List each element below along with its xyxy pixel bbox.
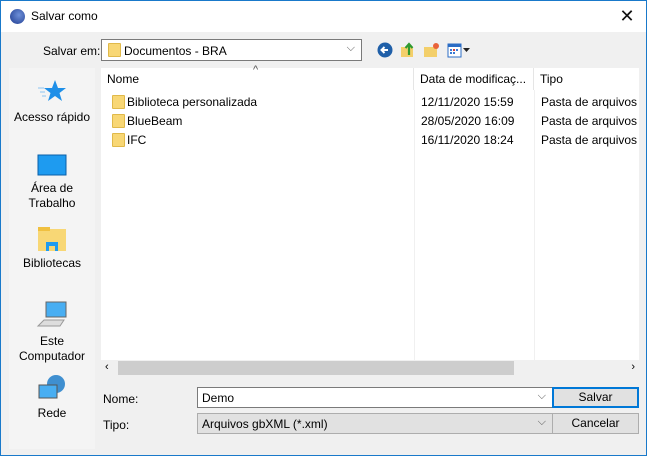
file-row[interactable]: BlueBeam 28/05/2020 16:09 Pasta de arqui… xyxy=(101,111,639,130)
chevron-down-icon: ⌵ xyxy=(537,416,546,428)
places-bar: Acesso rápido Área de Trabalho Bibliotec… xyxy=(9,68,95,449)
up-folder-button[interactable] xyxy=(399,41,417,59)
new-folder-button[interactable] xyxy=(422,41,440,59)
title-bar: Salvar como ✕ xyxy=(1,1,646,32)
filename-input[interactable]: Demo ⌵ xyxy=(197,387,553,408)
horizontal-scrollbar[interactable]: ‹ › xyxy=(101,360,639,376)
file-type: Pasta de arquivos xyxy=(541,133,638,147)
scroll-left-icon[interactable]: ‹ xyxy=(105,361,109,373)
location-dropdown[interactable]: Documentos - BRA ⌵ xyxy=(101,39,362,61)
filename-value: Demo xyxy=(202,391,235,405)
filetype-label: Tipo: xyxy=(103,418,130,432)
back-button[interactable] xyxy=(376,41,394,59)
place-label: Este xyxy=(39,334,64,348)
file-date: 16/11/2020 18:24 xyxy=(421,133,514,147)
place-network[interactable]: Rede xyxy=(9,374,95,421)
place-label: Acesso rápido xyxy=(13,110,91,124)
folder-icon xyxy=(112,95,125,109)
filename-label: Nome: xyxy=(103,392,139,406)
libraries-icon xyxy=(38,227,66,251)
view-menu-button[interactable] xyxy=(447,41,471,59)
file-row[interactable]: Biblioteca personalizada 12/11/2020 15:5… xyxy=(101,92,639,111)
place-label: Trabalho xyxy=(28,196,76,210)
save-as-dialog: Salvar como ✕ Salvar em: Documentos - BR… xyxy=(0,0,647,456)
save-in-label: Salvar em: xyxy=(43,44,101,58)
close-button[interactable]: ✕ xyxy=(614,4,640,28)
location-value: Documentos - BRA xyxy=(124,44,227,58)
computer-icon xyxy=(36,301,67,327)
place-quick-access[interactable]: Acesso rápido xyxy=(9,78,95,125)
folder-icon xyxy=(112,114,125,128)
file-name: IFC xyxy=(127,133,147,147)
place-desktop[interactable]: Área de Trabalho xyxy=(9,153,95,211)
file-type: Pasta de arquivos xyxy=(541,95,638,109)
filetype-dropdown[interactable]: Arquivos gbXML (*.xml) ⌵ xyxy=(197,413,553,434)
dialog-title: Salvar como xyxy=(31,9,98,23)
network-icon xyxy=(38,375,65,399)
desktop-icon xyxy=(37,154,67,176)
column-header-date[interactable]: Data de modificaç... xyxy=(414,68,534,90)
chevron-down-icon: ⌵ xyxy=(346,42,355,54)
place-label: Área de xyxy=(30,181,74,195)
scroll-right-icon[interactable]: › xyxy=(631,361,635,373)
place-label: Bibliotecas xyxy=(22,256,82,270)
file-date: 12/11/2020 15:59 xyxy=(421,95,514,109)
file-name: BlueBeam xyxy=(127,114,183,128)
app-icon xyxy=(10,9,25,24)
folder-icon xyxy=(112,133,125,147)
scrollbar-thumb[interactable] xyxy=(118,361,514,375)
file-list: ^ Nome Data de modificaç... Tipo Bibliot… xyxy=(101,64,639,376)
column-header-name[interactable]: Nome xyxy=(101,68,414,90)
place-this-pc[interactable]: Este Computador xyxy=(9,300,95,364)
place-label: Rede xyxy=(37,406,67,420)
file-type: Pasta de arquivos xyxy=(541,114,638,128)
folder-icon xyxy=(108,43,121,57)
column-header-type[interactable]: Tipo xyxy=(534,68,639,90)
file-row[interactable]: IFC 16/11/2020 18:24 Pasta de arquivos xyxy=(101,130,639,149)
filetype-value: Arquivos gbXML (*.xml) xyxy=(202,417,328,431)
file-date: 28/05/2020 16:09 xyxy=(421,114,515,128)
chevron-down-icon[interactable]: ⌵ xyxy=(538,390,546,403)
place-label: Computador xyxy=(18,349,86,363)
star-icon xyxy=(38,80,66,101)
cancel-button[interactable]: Cancelar xyxy=(552,413,639,434)
save-button[interactable]: Salvar xyxy=(552,387,639,408)
file-name: Biblioteca personalizada xyxy=(127,95,258,109)
place-libraries[interactable]: Bibliotecas xyxy=(9,226,95,271)
